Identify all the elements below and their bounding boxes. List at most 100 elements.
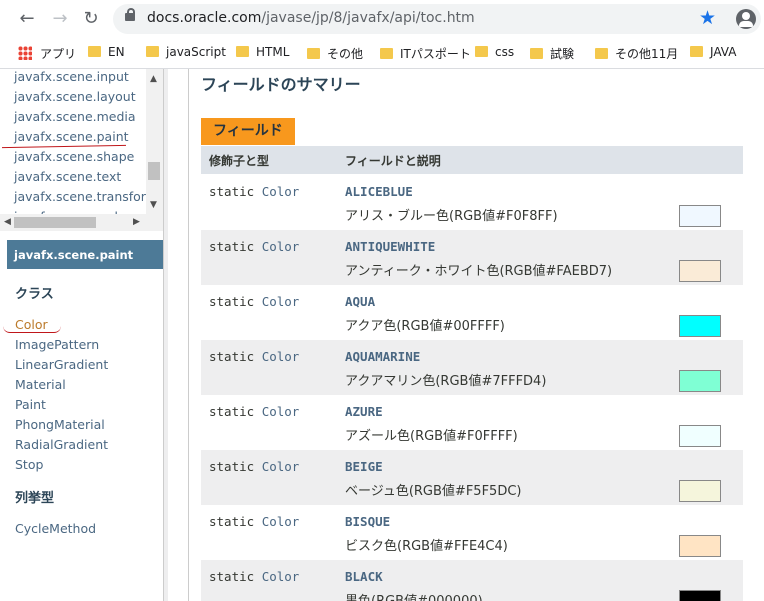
scroll-left-icon[interactable]: ◀	[4, 217, 11, 227]
bookmark-it-passport[interactable]: ITパスポート	[380, 45, 471, 62]
field-name-link[interactable]: BEIGE	[345, 459, 383, 474]
field-description: アクアマリン色(RGB値#7FFFD4)	[345, 374, 547, 389]
enum-link[interactable]: CycleMethod	[15, 521, 96, 536]
type-link[interactable]: Color	[262, 404, 300, 419]
class-link[interactable]: Stop	[15, 457, 43, 472]
field-name-link[interactable]: AZURE	[345, 404, 383, 419]
modifier-cell: static Color	[209, 349, 300, 364]
back-arrow-icon[interactable]: ←	[16, 8, 38, 30]
type-link[interactable]: Color	[262, 349, 300, 364]
color-swatch	[679, 535, 721, 557]
scroll-right-icon[interactable]: ▶	[133, 217, 140, 227]
field-summary-title: フィールドのサマリー	[201, 75, 361, 94]
type-link[interactable]: Color	[262, 184, 300, 199]
type-link[interactable]: Color	[262, 514, 300, 529]
address-bar[interactable]: docs.oracle.com/javase/jp/8/javafx/api/t…	[113, 4, 761, 34]
class-link[interactable]: Paint	[15, 397, 46, 412]
bookmark-html[interactable]: HTML	[236, 45, 289, 59]
package-link-selected[interactable]: javafx.scene.paint	[14, 129, 129, 144]
bookmark-javascript[interactable]: javaScript	[146, 45, 226, 59]
bookmark-en[interactable]: EN	[88, 45, 125, 59]
package-header-bar: javafx.scene.paint	[7, 240, 163, 269]
field-name-link[interactable]: AQUAMARINE	[345, 349, 420, 364]
class-link[interactable]: RadialGradient	[15, 437, 108, 452]
table-row: static Color AZURE アズール色(RGB値#F0FFFF)	[201, 395, 743, 450]
table-header-row: 修飾子と型 フィールドと説明	[201, 146, 743, 174]
bookmark-other[interactable]: その他	[307, 45, 363, 62]
field-name-link[interactable]: ANTIQUEWHITE	[345, 239, 435, 254]
package-vertical-scrollbar[interactable]: ▲ ▼	[146, 69, 163, 214]
scroll-thumb[interactable]	[14, 217, 96, 228]
field-description: アリス・ブルー色(RGB値#F0F8FF)	[345, 209, 558, 224]
bookmark-css[interactable]: css	[475, 45, 514, 59]
color-swatch	[679, 260, 721, 282]
color-swatch	[679, 315, 721, 337]
scroll-up-icon[interactable]: ▲	[150, 74, 157, 84]
frame-gutter	[168, 69, 189, 601]
bookmark-star-icon[interactable]: ★	[699, 7, 716, 29]
folder-icon	[475, 46, 488, 57]
table-row: static Color AQUA アクア色(RGB値#00FFFF)	[201, 285, 743, 340]
modifier-cell: static Color	[209, 459, 300, 474]
field-description: 黒色(RGB値#000000)	[345, 590, 483, 601]
field-name-link[interactable]: ALICEBLUE	[345, 184, 413, 199]
reload-icon[interactable]: ↻	[80, 8, 102, 30]
bookmark-other-nov[interactable]: その他11月	[595, 45, 678, 62]
lock-icon	[125, 8, 135, 21]
package-link[interactable]: javafx.scene.transform	[14, 189, 158, 204]
type-link[interactable]: Color	[262, 239, 300, 254]
class-link[interactable]: LinearGradient	[15, 357, 108, 372]
field-name-link[interactable]: BISQUE	[345, 514, 390, 529]
scroll-thumb[interactable]	[148, 162, 160, 180]
profile-avatar-icon[interactable]	[736, 9, 756, 29]
package-list-pane: javafx.scene.input javafx.scene.layout j…	[0, 69, 164, 236]
class-link[interactable]: PhongMaterial	[15, 417, 105, 432]
classes-heading: クラス	[15, 287, 54, 302]
folder-icon	[307, 48, 320, 59]
color-swatch	[679, 370, 721, 392]
url-text: docs.oracle.com/javase/jp/8/javafx/api/t…	[147, 10, 475, 26]
field-description: ベージュ色(RGB値#F5F5DC)	[345, 484, 522, 499]
color-swatch	[679, 590, 721, 601]
table-row: static Color BISQUE ビスク色(RGB値#FFE4C4)	[201, 505, 743, 560]
type-link[interactable]: Color	[262, 459, 300, 474]
field-name-link[interactable]: BLACK	[345, 569, 383, 584]
table-caption-tab: フィールド	[201, 118, 295, 145]
enums-heading: 列挙型	[15, 491, 55, 506]
class-link[interactable]: Material	[15, 377, 66, 392]
class-link[interactable]: ImagePattern	[15, 337, 99, 352]
package-link[interactable]: javafx.scene.layout	[14, 89, 136, 104]
folder-icon	[236, 46, 249, 57]
package-link[interactable]: javafx.scene.media	[14, 109, 136, 124]
field-description: ビスク色(RGB値#FFE4C4)	[345, 539, 508, 554]
modifier-cell: static Color	[209, 239, 300, 254]
package-link[interactable]: javafx.scene.text	[14, 169, 121, 184]
modifier-cell: static Color	[209, 404, 300, 419]
modifier-cell: static Color	[209, 514, 300, 529]
bookmark-java[interactable]: JAVA	[690, 45, 736, 59]
forward-arrow-icon[interactable]: →	[49, 8, 71, 30]
field-description: アンティーク・ホワイト色(RGB値#FAEBD7)	[345, 264, 613, 279]
field-description: アズール色(RGB値#F0FFFF)	[345, 429, 518, 444]
package-header-title: javafx.scene.paint	[14, 248, 134, 262]
modifier-cell: static Color	[209, 569, 300, 584]
package-link[interactable]: javafx.scene.shape	[14, 149, 134, 164]
main-content: フィールドのサマリー フィールド 修飾子と型 フィールドと説明 static C…	[190, 69, 764, 601]
field-name-link[interactable]: AQUA	[345, 294, 375, 309]
package-link[interactable]: javafx.scene.input	[14, 69, 129, 84]
column-header-field: フィールドと説明	[345, 154, 441, 168]
red-underline-annotation	[3, 326, 61, 333]
bookmarks-bar: アプリ EN javaScript HTML その他 ITパスポート css 試…	[0, 38, 764, 69]
color-swatch	[679, 480, 721, 502]
bookmark-apps[interactable]: アプリ	[18, 45, 76, 62]
type-link[interactable]: Color	[262, 294, 300, 309]
color-swatch	[679, 205, 721, 227]
scroll-down-icon[interactable]: ▼	[150, 200, 157, 210]
bookmark-exam[interactable]: 試験	[530, 45, 574, 62]
folder-icon	[380, 48, 393, 59]
modifier-cell: static Color	[209, 294, 300, 309]
field-description: アクア色(RGB値#00FFFF)	[345, 319, 505, 334]
type-link[interactable]: Color	[262, 569, 300, 584]
folder-icon	[690, 46, 703, 57]
package-horizontal-scrollbar[interactable]: ◀ ▶	[0, 214, 163, 231]
